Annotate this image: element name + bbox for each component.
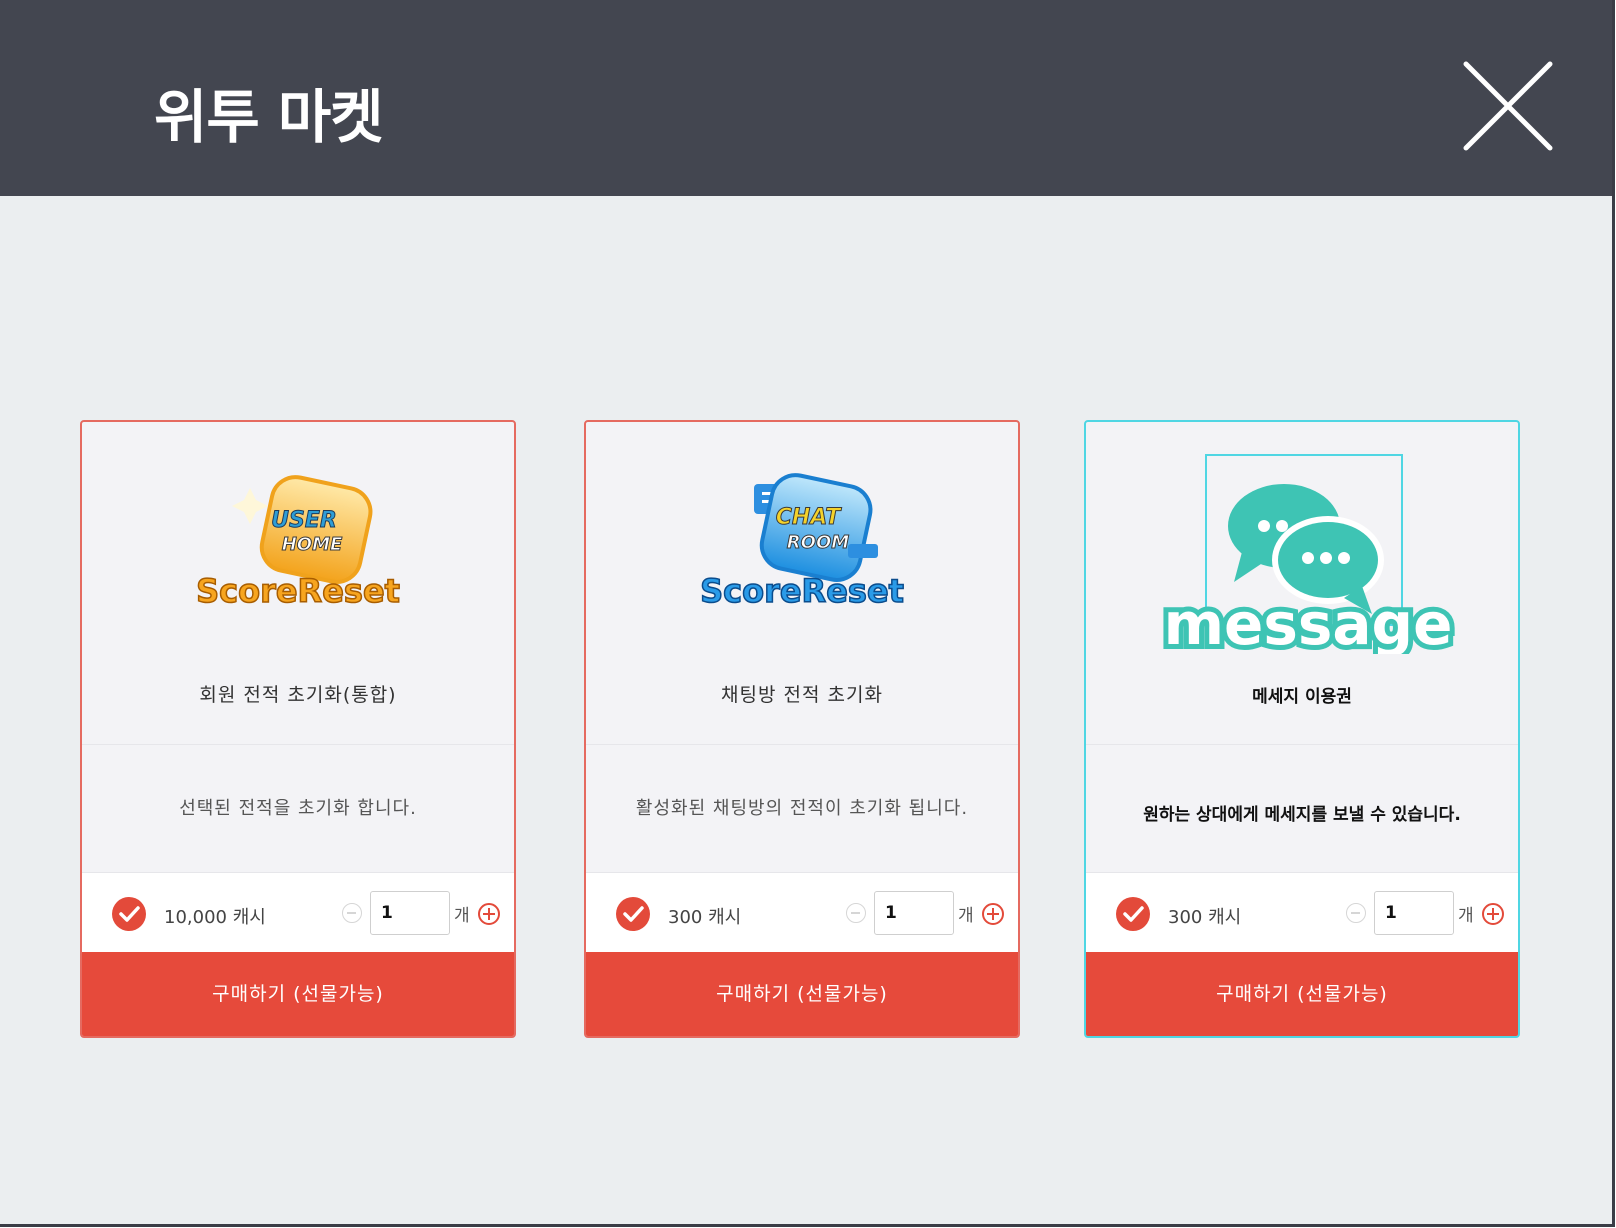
unit-label: 개 [454, 906, 470, 926]
window-title: 위투 마켓 [154, 83, 384, 151]
product-card-message[interactable]: message 메세지 이용권 원하는 상대에게 메세지를 보낼 수 있습니다.… [1084, 420, 1520, 1038]
buy-button[interactable]: 구매하기 (선물가능) [586, 952, 1018, 1036]
unit-label: 개 [1458, 906, 1474, 926]
product-name: 채팅방 전적 초기화 [721, 684, 883, 706]
close-icon [1463, 61, 1553, 151]
product-name: 회원 전적 초기화(통합) [199, 684, 397, 706]
decrease-quantity-icon[interactable] [342, 903, 362, 923]
product-card-user-score-reset[interactable]: USER HOME ScoreReset 회원 전적 초기화(통합) 선택된 전… [80, 420, 516, 1038]
svg-text:ScoreReset: ScoreReset [196, 572, 400, 610]
product-description: 원하는 상대에게 메세지를 보낼 수 있습니다. [1143, 805, 1461, 825]
user-home-scorereset-icon: USER HOME ScoreReset [82, 462, 514, 632]
decrease-quantity-icon[interactable] [1346, 903, 1366, 923]
close-button[interactable] [1462, 60, 1554, 152]
buy-button[interactable]: 구매하기 (선물가능) [82, 952, 514, 1036]
divider [82, 744, 514, 745]
product-description: 선택된 전적을 초기화 합니다. [179, 798, 417, 819]
product-card-chat-score-reset[interactable]: CHAT ROOM ScoreReset 채팅방 전적 초기화 활성화된 채팅방… [584, 420, 1020, 1038]
svg-text:ScoreReset: ScoreReset [700, 572, 904, 610]
quantity-input[interactable] [874, 891, 954, 935]
quantity-input[interactable] [370, 891, 450, 935]
checkmark-icon[interactable] [616, 897, 650, 931]
market-window: 위투 마켓 USER HOME ScoreReset 회원 전적 초기화(통합)… [0, 0, 1615, 1227]
decrease-quantity-icon[interactable] [846, 903, 866, 923]
svg-text:HOME: HOME [282, 534, 343, 555]
buy-button[interactable]: 구매하기 (선물가능) [1086, 952, 1518, 1036]
divider [1086, 744, 1518, 745]
chat-room-scorereset-icon: CHAT ROOM ScoreReset [586, 462, 1018, 632]
increase-quantity-icon[interactable] [478, 903, 500, 925]
titlebar: 위투 마켓 [0, 0, 1612, 196]
divider [586, 744, 1018, 745]
price-row: 300 캐시 개 [586, 872, 1018, 955]
checkmark-icon[interactable] [112, 897, 146, 931]
svg-text:CHAT: CHAT [776, 505, 842, 530]
price-label: 300 캐시 [668, 907, 742, 928]
price-row: 300 캐시 개 [1086, 872, 1518, 955]
svg-text:message: message [1164, 590, 1453, 654]
product-description: 활성화된 채팅방의 전적이 초기화 됩니다. [635, 798, 969, 819]
unit-label: 개 [958, 906, 974, 926]
increase-quantity-icon[interactable] [982, 903, 1004, 925]
price-row: 10,000 캐시 개 [82, 872, 514, 955]
price-label: 10,000 캐시 [164, 907, 266, 928]
svg-text:ROOM: ROOM [787, 532, 849, 553]
checkmark-icon[interactable] [1116, 897, 1150, 931]
increase-quantity-icon[interactable] [1482, 903, 1504, 925]
price-label: 300 캐시 [1168, 907, 1242, 928]
quantity-input[interactable] [1374, 891, 1454, 935]
svg-text:USER: USER [271, 508, 337, 533]
message-icon: message [1086, 454, 1518, 663]
product-name: 메세지 이용권 [1252, 687, 1352, 707]
